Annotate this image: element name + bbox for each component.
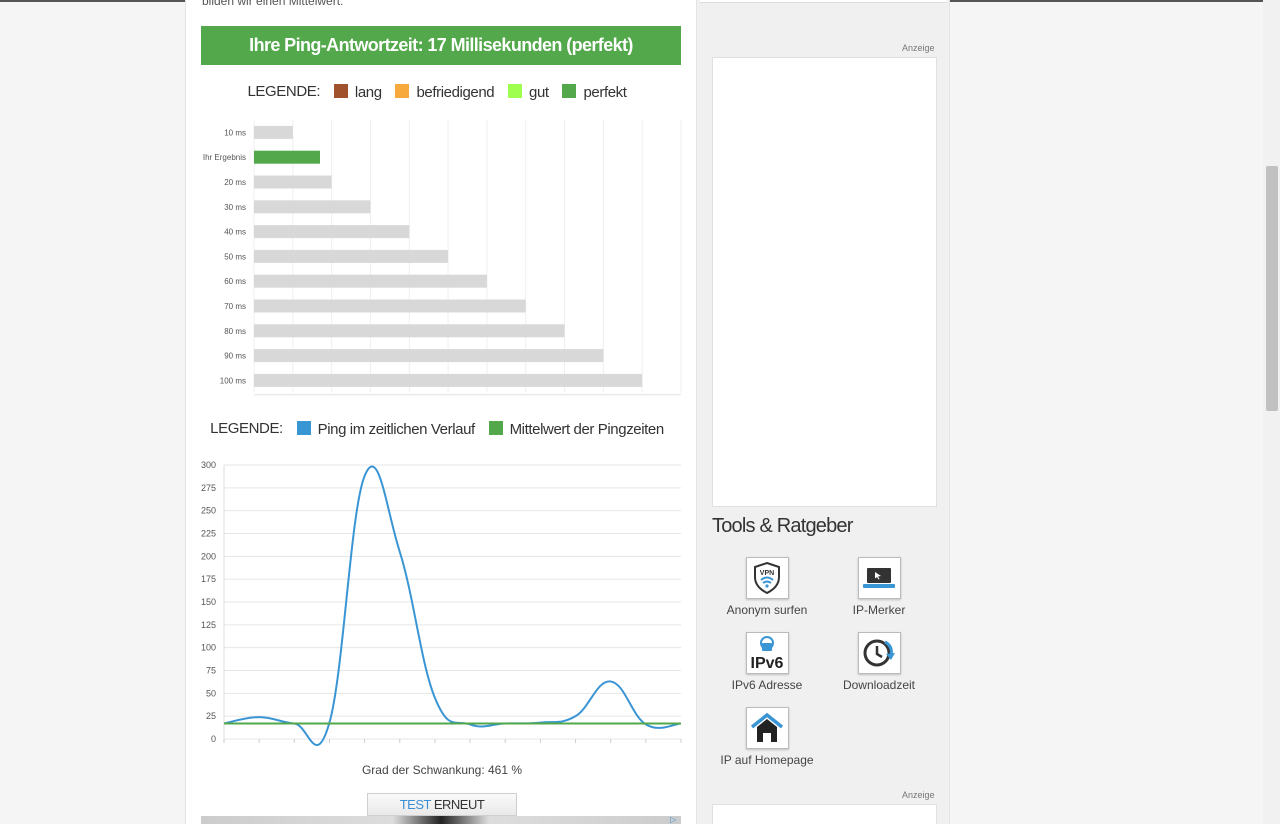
y-tick-label: 0	[211, 734, 216, 744]
bar	[254, 299, 526, 313]
vpn-shield-icon: VPN	[745, 557, 789, 599]
bar-category-label: 60 ms	[224, 277, 246, 286]
tool-label: IPv6 Adresse	[731, 678, 803, 692]
bar	[254, 125, 293, 139]
legend-label: befriedigend	[416, 83, 495, 101]
legend-item-gut: gut	[508, 83, 549, 101]
legend-swatch	[488, 420, 503, 435]
scrollbar-track[interactable]	[1263, 0, 1280, 824]
ping-comparison-bar-chart: 10 ms Ihr Ergebnis 20 ms 30 ms 40 ms 50 ms 60 …	[203, 120, 682, 396]
legend-title: LEGENDE:	[210, 420, 283, 437]
legend-label: Mittelwert der Pingzeiten	[509, 420, 665, 438]
y-tick-label: 150	[201, 597, 216, 607]
sidebar-ad[interactable]	[712, 57, 937, 507]
bar	[254, 175, 332, 189]
main-content: bilden wir einen Mittelwert. Ihre Ping-A…	[185, 0, 697, 824]
legend-swatch	[296, 420, 311, 435]
tool-ip-merker[interactable]: IP-Merker	[824, 557, 934, 617]
sidebar-ad-bottom[interactable]	[712, 804, 937, 824]
bar-category-label: Ihr Ergebnis	[203, 153, 246, 162]
tool-ipv6-adresse[interactable]: IPv6 IPv6 Adresse	[712, 632, 822, 692]
legend-swatch	[508, 83, 523, 98]
bar-category-label: 70 ms	[224, 302, 246, 311]
y-tick-label: 100	[201, 643, 216, 653]
tool-ip-auf-homepage[interactable]: IP auf Homepage	[712, 707, 822, 767]
retest-button-part1: TEST	[399, 797, 432, 812]
bar	[254, 249, 449, 263]
legend-item-ping-verlauf: Ping im zeitlichen Verlauf	[296, 420, 476, 438]
bar	[254, 225, 410, 239]
tool-downloadzeit[interactable]: Downloadzeit	[824, 632, 934, 692]
laptop-icon	[857, 557, 901, 599]
bar	[254, 324, 565, 338]
y-tick-label: 200	[201, 551, 216, 561]
ad-label: Anzeige	[902, 790, 935, 800]
bar-category-label: 30 ms	[224, 203, 246, 212]
y-tick-label: 275	[201, 483, 216, 493]
ipv6-lock-icon: IPv6	[745, 632, 789, 674]
legend-swatch	[333, 83, 348, 98]
bar	[254, 349, 604, 363]
y-tick-label: 75	[206, 666, 216, 676]
legend-swatch	[395, 83, 410, 98]
tool-label: Downloadzeit	[842, 678, 916, 692]
bar-category-label: 40 ms	[224, 228, 246, 237]
legend-timeline: LEGENDE: Ping im zeitlichen Verlauf Mitt…	[186, 420, 698, 438]
bar-category-label: 80 ms	[224, 327, 246, 336]
ping-timeline-line-chart: 0 25 50 75 100 125 150 175 200 225 250 275 300	[201, 460, 682, 746]
variation-text: Grad der Schwankung: 461 %	[361, 763, 523, 777]
bar-category-label: 100 ms	[220, 376, 246, 385]
bar	[254, 373, 643, 387]
bar-category-label: 90 ms	[224, 352, 246, 361]
ad-banner[interactable]	[201, 816, 681, 824]
y-tick-label: 50	[206, 688, 216, 698]
tools-title: Tools & Ratgeber	[712, 515, 853, 537]
y-tick-label: 300	[201, 460, 216, 470]
sidebar-top-box	[700, 0, 947, 3]
bar	[254, 274, 487, 288]
scrollbar-thumb[interactable]	[1266, 166, 1278, 411]
legend-item-perfekt: perfekt	[562, 83, 627, 101]
intro-text: bilden wir einen Mittelwert.	[202, 0, 344, 8]
bar-your-result	[254, 150, 320, 164]
legend-swatch	[562, 83, 577, 98]
legend-item-befriedigend: befriedigend	[395, 83, 495, 101]
y-tick-label: 225	[201, 529, 216, 539]
tool-label: IP auf Homepage	[720, 753, 814, 767]
bar	[254, 200, 371, 214]
y-tick-label: 25	[206, 711, 216, 721]
sidebar: Anzeige Tools & Ratgeber VPN Anonym surf…	[697, 0, 950, 824]
series-line-ping	[223, 465, 682, 746]
y-tick-label: 125	[201, 620, 216, 630]
bar-category-label: 20 ms	[224, 178, 246, 187]
ping-result-banner: Ihre Ping-Antwortzeit: 17 Millisekunden …	[201, 26, 681, 65]
download-clock-icon	[857, 632, 901, 674]
bar-category-label: 50 ms	[224, 252, 246, 261]
bar-category-label: 10 ms	[224, 128, 246, 137]
legend-label: lang	[354, 83, 382, 101]
legend-label: perfekt	[583, 83, 627, 101]
legend-quality: LEGENDE: lang befriedigend gut perfekt	[186, 83, 698, 101]
tool-label: Anonym surfen	[726, 603, 808, 617]
legend-item-mittelwert: Mittelwert der Pingzeiten	[488, 420, 665, 438]
home-icon	[745, 707, 789, 749]
ipv6-icon-text: IPv6	[751, 655, 784, 672]
tool-label: IP-Merker	[852, 603, 906, 617]
legend-label: gut	[529, 83, 549, 101]
tool-anonym-surfen[interactable]: VPN Anonym surfen	[712, 557, 822, 617]
retest-button[interactable]: TEST ERNEUT DURCHFÜHREN	[367, 793, 517, 824]
y-tick-label: 250	[201, 506, 216, 516]
y-tick-label: 175	[201, 574, 216, 584]
legend-label: Ping im zeitlichen Verlauf	[317, 420, 476, 438]
vpn-icon-text: VPN	[760, 570, 774, 577]
legend-item-lang: lang	[333, 83, 382, 101]
adchoices-icon[interactable]: ▷	[670, 815, 680, 824]
legend-title: LEGENDE:	[247, 83, 321, 100]
ad-label: Anzeige	[902, 43, 935, 53]
